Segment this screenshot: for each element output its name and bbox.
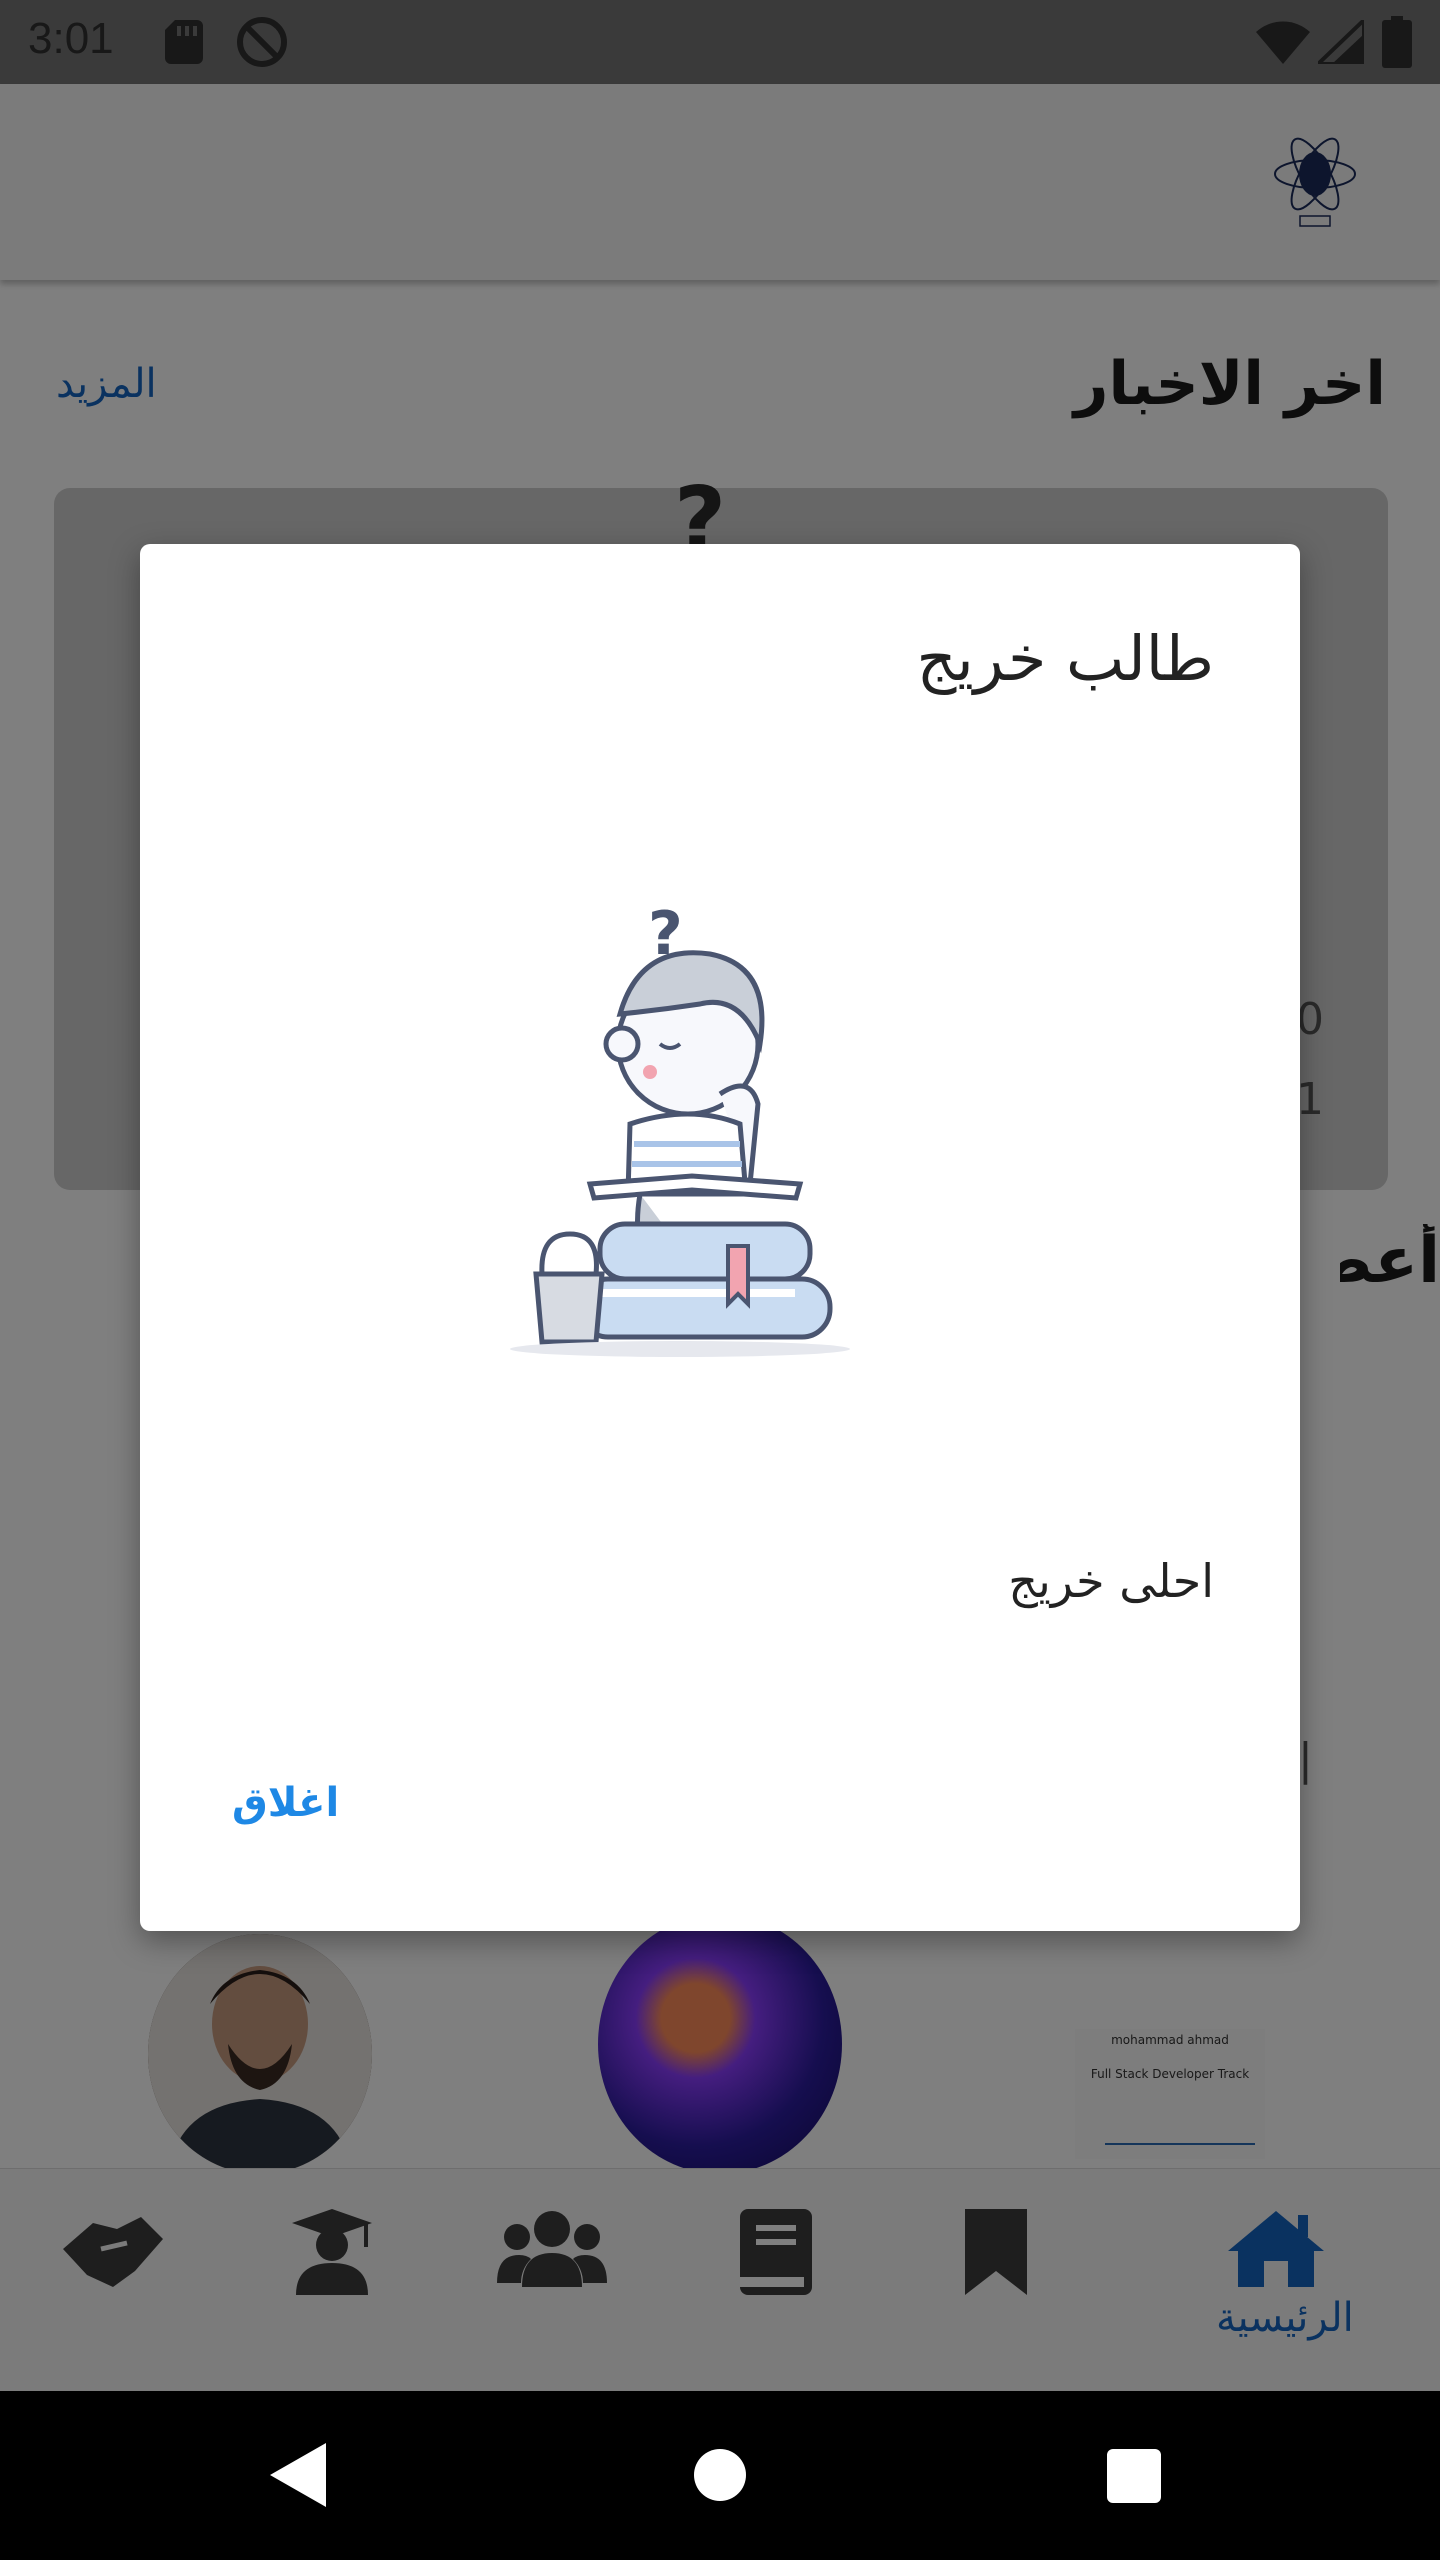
close-button[interactable]: اغلاق [232,1780,339,1826]
dialog-title: طالب خريج [916,622,1214,695]
dialog-message: احلى خريج [1008,1554,1214,1608]
graduate-dialog: طالب خريج ? احلى خريج اغلاق [140,544,1300,1931]
recents-icon[interactable] [1107,2449,1161,2503]
system-nav-bar [0,2391,1440,2560]
student-illustration: ? [510,894,870,1364]
back-icon[interactable] [270,2443,326,2511]
home-circle-icon[interactable] [694,2449,746,2501]
